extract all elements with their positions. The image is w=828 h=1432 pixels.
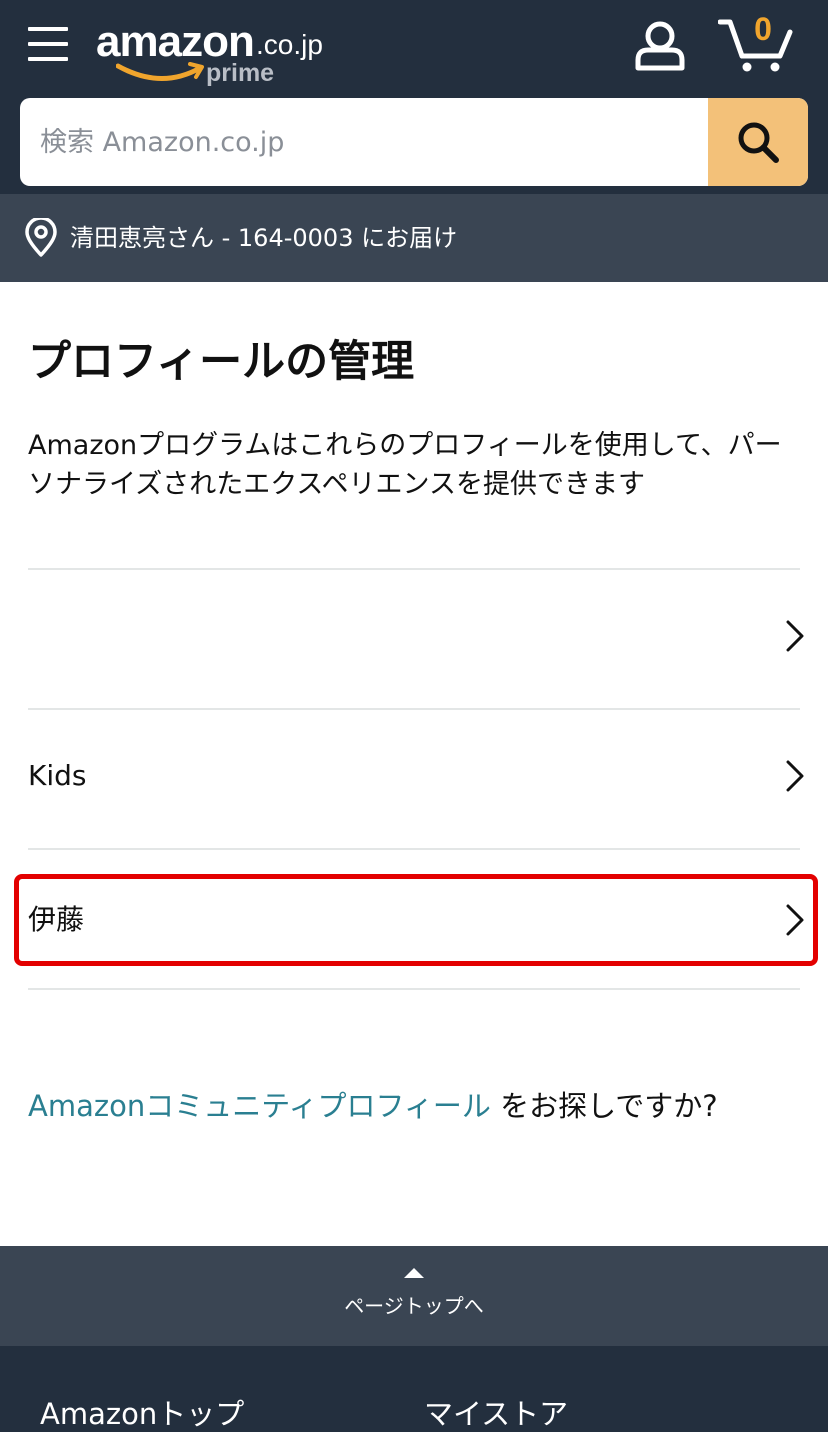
back-to-top-label: ページトップへ xyxy=(344,1294,484,1318)
community-profile-link[interactable]: Amazonコミュニティプロフィール xyxy=(28,1089,491,1123)
profile-row-default[interactable] xyxy=(14,590,818,682)
divider xyxy=(28,848,800,850)
menu-line xyxy=(28,42,68,46)
account-icon[interactable] xyxy=(632,20,688,72)
community-profile-suffix: をお探しですか? xyxy=(490,1089,718,1123)
search-bar xyxy=(20,98,808,186)
divider xyxy=(28,568,800,570)
divider xyxy=(28,708,800,710)
divider xyxy=(28,988,800,990)
logo-prime: prime xyxy=(206,59,275,87)
chevron-right-icon xyxy=(786,904,804,936)
menu-line xyxy=(28,27,68,31)
chevron-right-icon xyxy=(786,620,804,652)
smile-arrow-icon xyxy=(116,62,204,81)
page-description: Amazonプログラムはこれらのプロフィールを使用して、パーソナライズされたエク… xyxy=(28,430,782,500)
profile-row-kids[interactable]: Kids xyxy=(14,730,818,822)
chevron-right-icon xyxy=(786,760,804,792)
page-title: プロフィールの管理 xyxy=(28,337,415,387)
delivery-address-bar[interactable]: 清田恵亮さん - 164-0003 にお届け xyxy=(0,194,828,282)
back-to-top-button[interactable]: ページトップへ xyxy=(0,1246,828,1346)
profile-name: Kids xyxy=(28,759,87,792)
community-profile-prompt: Amazonコミュニティプロフィール をお探しですか? xyxy=(28,1084,718,1128)
delivery-address-text: 清田恵亮さん - 164-0003 にお届け xyxy=(70,224,458,252)
menu-line xyxy=(28,57,68,61)
footer-link-amazon-top[interactable]: Amazonトップ xyxy=(40,1394,244,1432)
amazon-logo[interactable]: amazon .co.jp prime xyxy=(96,14,346,90)
cart-count: 0 xyxy=(754,11,772,47)
triangle-up-icon xyxy=(404,1268,424,1278)
header-bar: amazon .co.jp prime 0 xyxy=(0,0,828,194)
search-icon xyxy=(738,122,779,163)
search-input[interactable] xyxy=(20,98,708,186)
footer-link-my-store[interactable]: マイストア xyxy=(424,1394,568,1432)
profile-row-ito[interactable]: 伊藤 xyxy=(14,874,818,966)
logo-tld: .co.jp xyxy=(256,29,323,60)
menu-icon[interactable] xyxy=(26,24,70,64)
profile-name: 伊藤 xyxy=(28,903,85,936)
search-button[interactable] xyxy=(708,98,808,186)
footer: Amazonトップ マイストア xyxy=(0,1346,828,1432)
location-pin-icon xyxy=(25,218,57,257)
cart-button[interactable]: 0 xyxy=(718,10,794,74)
